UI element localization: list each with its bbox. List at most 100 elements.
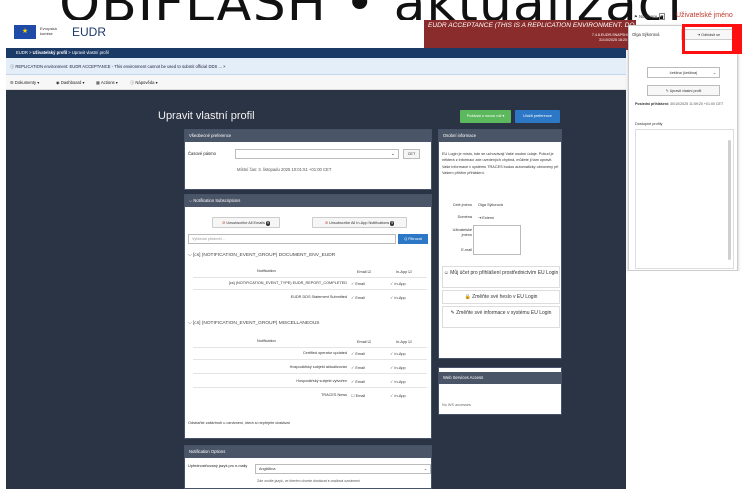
notification-options-panel: Notification Options Upřednostňovaný jaz…: [184, 445, 432, 489]
language-select[interactable]: čeština (čeština) ⌄: [647, 67, 720, 78]
web-services-panel: Web Services Access No WS accesses: [438, 367, 562, 415]
blank-area: [628, 271, 742, 489]
eu-flag-logo: ★: [14, 25, 36, 39]
divider: [193, 387, 427, 388]
menu-dashboard[interactable]: ◉ Dashboard ▾: [56, 80, 85, 85]
inapp-checkbox[interactable]: ✓ In-App: [390, 351, 406, 356]
bell-icon: ⚑: [634, 14, 638, 19]
email-checkbox[interactable]: ✓ Email: [351, 365, 365, 370]
environment-date: 31/10/2025 18:20:38: [599, 38, 632, 42]
app-name[interactable]: EUDR: [72, 25, 106, 39]
breadcrumb-current: Upravit vlastní profil: [71, 50, 109, 55]
menu-documents[interactable]: ☰ Dokumenty ▾: [10, 80, 39, 85]
ws-empty-text: No WS accesses: [442, 403, 471, 407]
unsubscribe-emails-label: Unsubscribe All Emails: [226, 221, 265, 225]
scrollbar[interactable]: [728, 140, 731, 260]
unsubscribe-icon: ⊘: [222, 221, 226, 225]
language-value: čeština (čeština): [669, 71, 698, 75]
unsubscribe-hint: Odstraňte zaškrtnutí u oznámení, která s…: [188, 421, 290, 425]
inapp-checkbox[interactable]: ✓ In-App: [390, 365, 406, 370]
eu-commission-text: Evropská komise: [40, 26, 57, 36]
column-inapp[interactable]: In-App ☑: [396, 339, 412, 344]
unsubscribe-all-emails-button[interactable]: ⊘ Unsubscribe All Emails 9: [212, 217, 280, 228]
eu-login-account-button[interactable]: ☺ Můj účet pro přihlášení prostřednictví…: [442, 266, 560, 288]
change-info-button[interactable]: ✎ Změňte své informace v systému EU Logi…: [442, 306, 560, 328]
table-row-label: [cs] (NOTIFICATION_EVENT_TYPE) EUDR_REPO…: [228, 281, 347, 285]
email-checkbox[interactable]: ✓ Email: [351, 295, 365, 300]
edit-profile-link[interactable]: ✎ Upravit vlastní profil: [647, 85, 720, 96]
table-row-label: Hospodářský subjekt aktualizován: [289, 365, 347, 369]
column-email[interactable]: Email ☑: [357, 339, 371, 344]
filter-button[interactable]: Q Filtrovat: [398, 234, 428, 244]
replication-info-bar: ⓘ REPLICATION environment: EUDR ACCEPTAN…: [6, 58, 626, 75]
unsubscribe-inapp-label: Unsubscribe All In-App Notifications: [329, 221, 390, 225]
timezone-cet-button[interactable]: CET: [403, 149, 420, 159]
menu-actions[interactable]: ▦ Actions ▾: [96, 80, 118, 85]
unsubscribe-all-inapp-button[interactable]: ⊘ Unsubscribe All In-App Notifications 9: [312, 217, 407, 228]
available-profiles-label: Dostupné profily: [635, 122, 663, 126]
notification-subscriptions-panel: ⌵ Notification Subscriptions ⊘ Unsubscri…: [184, 194, 432, 439]
panel-title: Web Services Access: [439, 372, 561, 384]
username-value-box: [473, 225, 521, 255]
count-badge: 9: [266, 221, 270, 226]
panel-title: Osobní informace: [439, 130, 561, 142]
email-checkbox[interactable]: ✓ Email: [351, 351, 365, 356]
page-title: Upravit vlastní profil: [158, 110, 255, 122]
column-notification: Notification: [257, 339, 276, 343]
save-preferences-button[interactable]: Uložit preference: [515, 110, 560, 123]
divider: [193, 359, 427, 360]
email-language-hint: Zde zvolte jazyk, ve kterém chcete dostá…: [257, 479, 361, 483]
divider: [193, 277, 427, 278]
domain-label: Doména: [457, 215, 472, 219]
inapp-checkbox[interactable]: ✓ In-App: [390, 393, 406, 398]
divider: [193, 289, 427, 290]
local-time-text: Místní čas: 3. listopadu 2025 10:01:51 +…: [237, 167, 332, 172]
timezone-select[interactable]: ⌄: [235, 149, 399, 159]
change-password-button[interactable]: 🔒 Změňte své heslo v EU Login: [442, 290, 560, 304]
notifications-link[interactable]: ⚑ Notifikace 0: [634, 13, 665, 20]
email-checkbox[interactable]: ✓ Email: [351, 379, 365, 384]
group-title[interactable]: ⌵ [cs] (NOTIFICATION_EVENT_GROUP) MISCEL…: [188, 320, 319, 326]
environment-title: EUDR ACCEPTANCE (THIS IS A REPLICATION E…: [428, 22, 638, 29]
chevron-down-icon: ⌄: [423, 467, 427, 471]
email-checkbox[interactable]: ✓ Email: [351, 281, 365, 286]
breadcrumb-profile[interactable]: Uživatelský profil: [33, 50, 67, 55]
available-profiles-list[interactable]: [635, 129, 734, 269]
unsubscribe-icon: ⊘: [324, 221, 328, 225]
inapp-checkbox[interactable]: ✓ In-App: [390, 281, 406, 286]
column-notification: Notification: [257, 269, 276, 273]
email-language-value: Angličtina: [259, 467, 276, 471]
chevron-down-icon: ⌄: [712, 71, 716, 75]
username-label: Uživatelské jméno: [452, 228, 472, 237]
divider: [193, 373, 427, 374]
breadcrumb-bar: EUDR > Uživatelský profil > Upravit vlas…: [6, 48, 626, 58]
request-new-role-button[interactable]: Požádat o novou roli ▾: [460, 110, 511, 123]
full-name-value: Olga Sýkorová: [478, 203, 503, 207]
email-label: E-mail: [461, 248, 472, 252]
column-email[interactable]: Email ☑: [357, 269, 371, 274]
count-badge: 9: [390, 221, 395, 226]
breadcrumb: EUDR > Uživatelský profil > Upravit vlas…: [16, 50, 109, 55]
environment-banner: EUDR ACCEPTANCE (THIS IS A REPLICATION E…: [424, 20, 638, 50]
table-row-label: TRACES News: [321, 393, 347, 397]
timezone-label: Časové pásmo: [188, 151, 216, 156]
personal-info-text: EU Login je místo, kde se uchovávají Vaš…: [442, 152, 559, 175]
panel-title: Notification Options: [185, 446, 431, 458]
chevron-down-icon: ⌄: [390, 151, 395, 157]
inapp-checkbox[interactable]: ✓ In-App: [390, 295, 406, 300]
panel-title[interactable]: ⌵ Notification Subscriptions: [185, 195, 431, 207]
subject-search-input[interactable]: Vyhledat předmět...: [188, 234, 396, 244]
inapp-checkbox[interactable]: ✓ In-App: [390, 379, 406, 384]
table-row-label: EUDR DDS Statement Submitted: [290, 295, 347, 299]
email-language-select[interactable]: Angličtina ⌄: [255, 464, 431, 474]
email-checkbox[interactable]: ☐ Email: [351, 393, 365, 398]
group-title[interactable]: ⌵ [cs] (NOTIFICATION_EVENT_GROUP) DOCUME…: [188, 252, 335, 258]
dropdown-user-name: Olga Sýkorová: [632, 32, 660, 37]
column-inapp[interactable]: In-App ☑: [396, 269, 412, 274]
panel-title: Všeobecné preference: [185, 130, 431, 142]
last-login-info: Poslední přihlášení: 30/10/2025 11:59:20…: [635, 102, 724, 106]
domain-value: ⇥ Externí: [478, 216, 495, 220]
breadcrumb-home[interactable]: EUDR: [16, 50, 28, 55]
user-menu-toggle[interactable]: Uživatelské jméno: [676, 12, 733, 19]
menu-help[interactable]: ⓘ Nápověda ▾: [130, 80, 158, 86]
